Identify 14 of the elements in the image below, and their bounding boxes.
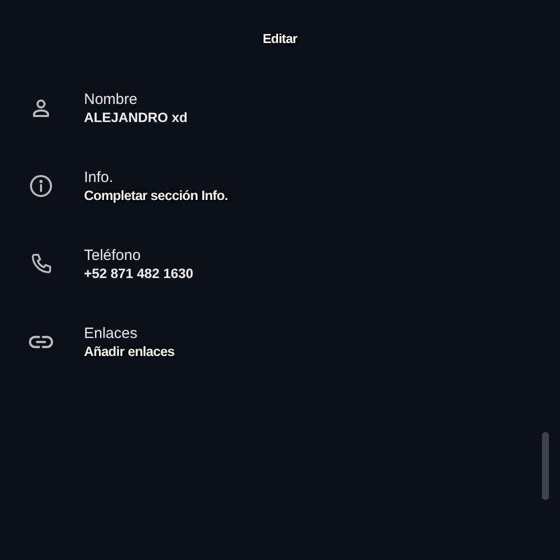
phone-icon [30, 253, 52, 275]
field-label: Teléfono [84, 247, 142, 264]
field-label: Info. [84, 169, 114, 186]
field-value[interactable]: Completar sección Info. [84, 188, 228, 203]
info-icon [28, 174, 52, 198]
field-value[interactable]: ALEJANDRO xd [84, 110, 188, 125]
field-value[interactable]: +52 871 482 1630 [84, 266, 194, 281]
link-icon [28, 335, 52, 349]
field-label: Enlaces [84, 325, 138, 342]
scrollbar[interactable] [542, 432, 549, 500]
screen-title: Editar [262, 31, 298, 48]
field-value[interactable]: Añadir enlaces [84, 344, 174, 359]
field-label: Nombre [84, 91, 138, 108]
person-icon [30, 98, 50, 118]
